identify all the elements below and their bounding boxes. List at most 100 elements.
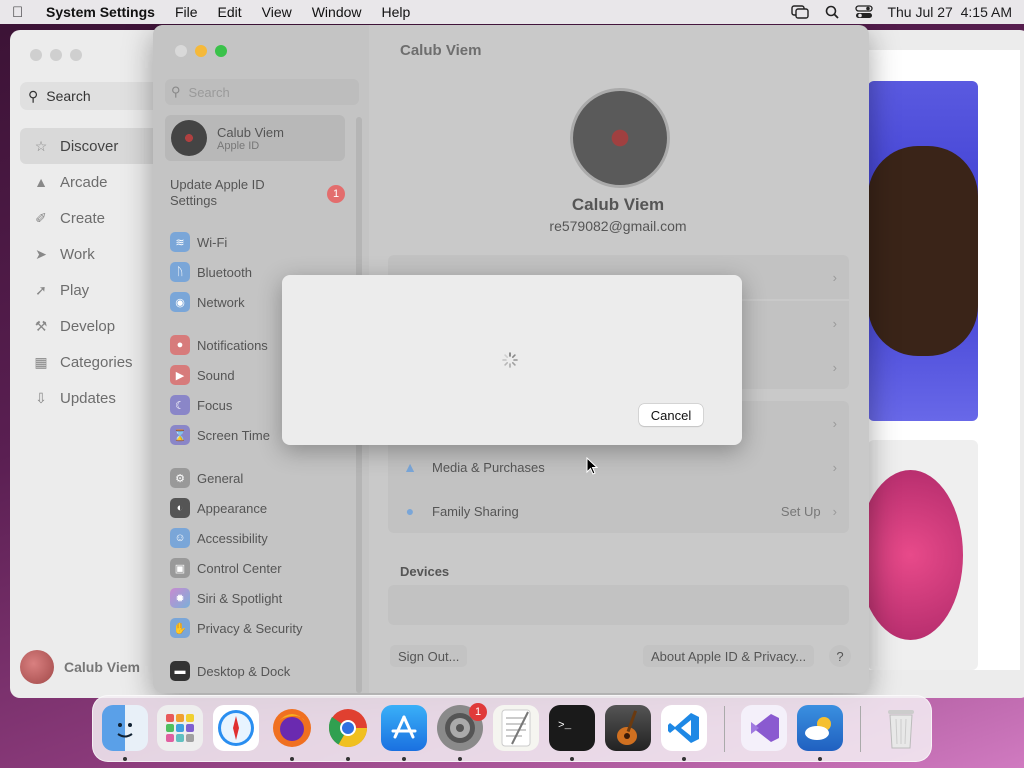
app-store-account[interactable]: Calub Viem	[20, 650, 140, 684]
close-button[interactable]	[30, 49, 42, 61]
row-label: Family Sharing	[432, 503, 519, 519]
accessibility-icon: ☺	[170, 528, 190, 548]
account-subtitle: Apple ID	[217, 139, 260, 152]
sidebar-item-accessibility[interactable]: ☺ Accessibility	[170, 526, 268, 550]
screen-mirroring-icon[interactable]	[791, 5, 810, 19]
sidebar-item-screen-time[interactable]: ⌛ Screen Time	[170, 423, 270, 447]
sidebar-item-siri-spotlight[interactable]: ✹ Siri & Spotlight	[170, 586, 282, 610]
minimize-button[interactable]	[50, 49, 62, 61]
zoom-button[interactable]	[70, 49, 82, 61]
chevron-right-icon: ›	[832, 503, 837, 519]
sidebar-item-appearance[interactable]: ◐ Appearance	[170, 496, 267, 520]
sidebar-item-label: Categories	[60, 353, 133, 371]
cancel-button[interactable]: Cancel	[639, 404, 703, 426]
textedit-icon[interactable]	[493, 705, 539, 751]
chevron-right-icon: ›	[832, 415, 837, 431]
sidebar-item-control-center[interactable]: ▣ Control Center	[170, 556, 282, 580]
apple-menu-icon[interactable]: 	[12, 4, 30, 21]
devices-list	[388, 585, 849, 625]
running-indicator	[570, 757, 574, 761]
sidebar-item-privacy-security[interactable]: ✋ Privacy & Security	[170, 616, 302, 640]
featured-card[interactable]	[868, 81, 978, 421]
settings-row-family-sharing[interactable]: ● Family Sharing Set Up ›	[388, 489, 849, 533]
sidebar-item-updates[interactable]: ⇩ Updates	[20, 380, 170, 416]
menu-file[interactable]: File	[175, 4, 198, 20]
settings-search-input[interactable]: ⚲ Search	[165, 79, 359, 105]
sidebar-item-network[interactable]: ◉ Network	[170, 290, 245, 314]
hourglass-icon: ⌛	[170, 425, 190, 445]
terminal-icon[interactable]: >_	[549, 705, 595, 751]
about-apple-id-button[interactable]: About Apple ID & Privacy...	[643, 645, 815, 667]
chevron-right-icon: ›	[832, 359, 837, 375]
menu-view[interactable]: View	[262, 4, 292, 20]
sidebar-item-notifications[interactable]: ● Notifications	[170, 333, 268, 357]
safari-icon[interactable]	[213, 705, 259, 751]
sidebar-item-label: Develop	[60, 317, 116, 335]
vscode-icon[interactable]	[661, 705, 707, 751]
firefox-icon[interactable]	[269, 705, 315, 751]
sidebar-item-general[interactable]: ⚙ General	[170, 466, 243, 490]
sidebar-item-bluetooth[interactable]: ᚢ Bluetooth	[170, 260, 252, 284]
notification-badge: 1	[469, 703, 487, 721]
app-store-icon: ▲	[403, 459, 417, 475]
sidebar-item-categories[interactable]: ▦ Categories	[20, 344, 170, 380]
menu-window[interactable]: Window	[312, 4, 362, 20]
finder-icon[interactable]	[102, 705, 148, 751]
sign-out-button[interactable]: Sign Out...	[390, 645, 468, 667]
loading-sheet: Cancel	[282, 275, 742, 445]
menu-edit[interactable]: Edit	[218, 4, 242, 20]
app-store-sidebar: ☆ Discover ▲ Arcade ✐ Create ➤ Work ➚ Play ⚒ D…	[20, 128, 170, 416]
sidebar-item-label: Siri & Spotlight	[197, 590, 283, 606]
launchpad-icon[interactable]	[157, 705, 203, 751]
close-button[interactable]	[175, 45, 187, 57]
settings-row-media-purchases[interactable]: ▲ Media & Purchases ›	[388, 445, 849, 489]
sidebar-item-desktop-dock[interactable]: ▬ Desktop & Dock	[170, 659, 290, 683]
garageband-icon[interactable]	[605, 705, 651, 751]
visual-studio-icon[interactable]	[741, 705, 787, 751]
app-store-search-label: Search	[46, 88, 91, 104]
sidebar-item-label: Control Center	[197, 560, 282, 576]
running-indicator	[402, 757, 406, 761]
help-button[interactable]: ?	[829, 645, 851, 667]
app-artwork	[868, 470, 963, 640]
devices-section-title: Devices	[400, 564, 450, 579]
sidebar-item-focus[interactable]: ☾ Focus	[170, 393, 232, 417]
sidebar-item-sound[interactable]: ▶ Sound	[170, 363, 235, 387]
sidebar-item-wifi[interactable]: ≋ Wi-Fi	[170, 230, 227, 254]
search-icon: ⚲	[28, 87, 39, 104]
sidebar-item-label: Sound	[197, 367, 235, 383]
control-center-icon[interactable]	[855, 5, 874, 19]
sidebar-item-label: Discover	[60, 137, 119, 155]
minimize-button[interactable]	[195, 45, 207, 57]
running-indicator	[123, 757, 127, 761]
sidebar-item-develop[interactable]: ⚒ Develop	[20, 308, 170, 344]
spotlight-search-icon[interactable]	[823, 5, 841, 19]
profile-name: Calub Viem	[571, 195, 665, 214]
sidebar-item-work[interactable]: ➤ Work	[20, 236, 170, 272]
app-store-icon[interactable]	[381, 705, 427, 751]
speaker-icon: ▶	[170, 365, 190, 385]
hammer-icon: ⚒	[34, 317, 48, 334]
menu-bar-clock[interactable]: Thu Jul 27 4:15 AM	[887, 4, 1012, 20]
sidebar-item-label: Accessibility	[197, 530, 268, 546]
app-store-search[interactable]: ⚲ Search	[20, 82, 160, 110]
sidebar-item-apple-id[interactable]: Calub Viem Apple ID	[165, 115, 345, 161]
featured-card-secondary[interactable]	[868, 440, 978, 670]
menu-app-name[interactable]: System Settings	[46, 4, 155, 20]
joystick-icon: ▲	[34, 174, 48, 190]
sidebar-item-update-apple-id[interactable]: Update Apple ID Settings 1	[170, 177, 345, 209]
chrome-icon[interactable]	[325, 705, 371, 751]
sidebar-item-label: Updates	[60, 389, 116, 407]
profile-avatar[interactable]	[570, 88, 670, 188]
sidebar-item-create[interactable]: ✐ Create	[20, 200, 170, 236]
grid-icon: ▦	[34, 353, 48, 370]
family-icon: ●	[405, 503, 415, 519]
weather-icon[interactable]	[797, 705, 843, 751]
sidebar-item-discover[interactable]: ☆ Discover	[20, 128, 170, 164]
menu-help[interactable]: Help	[382, 4, 411, 20]
zoom-button[interactable]	[215, 45, 227, 57]
trash-icon[interactable]	[878, 705, 924, 751]
sidebar-item-play[interactable]: ➚ Play	[20, 272, 170, 308]
sidebar-item-arcade[interactable]: ▲ Arcade	[20, 164, 170, 200]
sidebar-item-label: Create	[60, 209, 106, 227]
